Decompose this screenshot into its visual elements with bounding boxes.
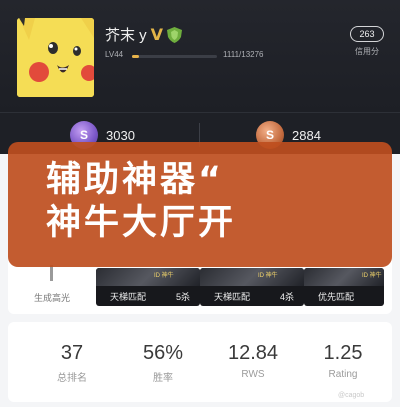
match-thumbnail[interactable]: ID 神牛 天梯匹配 5杀 [96,268,200,306]
banner-title-line: 神牛大厅开 [46,203,237,243]
profile-header: 芥末 y V LV44 1111/13276 263 信用分 [0,0,400,112]
profile-screen: 芥末 y V LV44 1111/13276 263 信用分 S 3030 S [0,0,400,407]
stat-win-rate[interactable]: 56% 胜率 [123,342,203,384]
highlight-icon [50,265,53,281]
level-row: LV44 1111/13276 [105,50,275,62]
v-rank-badge: V [150,25,164,44]
username-row: 芥末 y V [105,24,183,45]
match-tag: ID 神牛 [258,273,278,279]
stat-label: Rating [328,369,358,380]
match-thumbnail[interactable]: ID 神牛 天梯匹配 4杀 [200,268,304,306]
credit-score-box[interactable]: 263 信用分 [350,26,384,57]
stat-value: 1.25 [323,342,363,364]
match-type: 天梯匹配 [110,292,147,302]
exp-progress-fill [132,55,140,58]
stat-rank[interactable]: 37 总排名 [32,342,112,384]
match-type: 优先匹配 [318,292,355,302]
match-image: ID 神牛 [304,268,384,286]
currency-value: 2884 [292,127,321,143]
stat-value: 37 [60,342,84,364]
match-kills: 5杀 [175,292,190,302]
stat-label: 胜率 [153,373,173,384]
stat-label: 总排名 [57,373,87,384]
match-type: 天梯匹配 [214,292,251,302]
match-tag: ID 神牛 [362,273,382,279]
level-label: LV44 [105,50,124,59]
pikachu-avatar-icon [17,18,94,97]
stat-label: RWS [241,369,265,380]
stat-value: 12.84 [227,342,279,364]
username: 芥末 y [105,27,147,44]
match-image: ID 神牛 [200,268,304,286]
match-kills: 4杀 [279,292,294,302]
highlight-label: 生成高光 [33,293,70,303]
stat-rws[interactable]: 12.84 RWS [213,342,293,380]
stat-rating[interactable]: 1.25 Rating [303,342,383,380]
stat-value: 56% [142,342,184,364]
exp-text: 1111/13276 [223,50,264,59]
exp-progress-bar [132,55,217,58]
credit-label: 信用分 [355,47,379,56]
credit-score: 263 [350,26,384,42]
stats-card: 37 总排名 56% 胜率 12.84 RWS 1.25 Rating [8,322,392,402]
match-thumbnail[interactable]: ID 神牛 优先匹配 [304,268,384,306]
match-image: ID 神牛 [96,268,200,286]
shield-badge-icon [167,26,183,43]
watermark: @cagob [338,392,365,399]
generate-highlight-button[interactable]: 生成高光 [14,265,90,309]
banner-title-line: 辅助神器“ [46,160,225,200]
avatar[interactable] [17,18,94,97]
match-tag: ID 神牛 [154,273,174,279]
currency-value: 3030 [106,127,135,143]
